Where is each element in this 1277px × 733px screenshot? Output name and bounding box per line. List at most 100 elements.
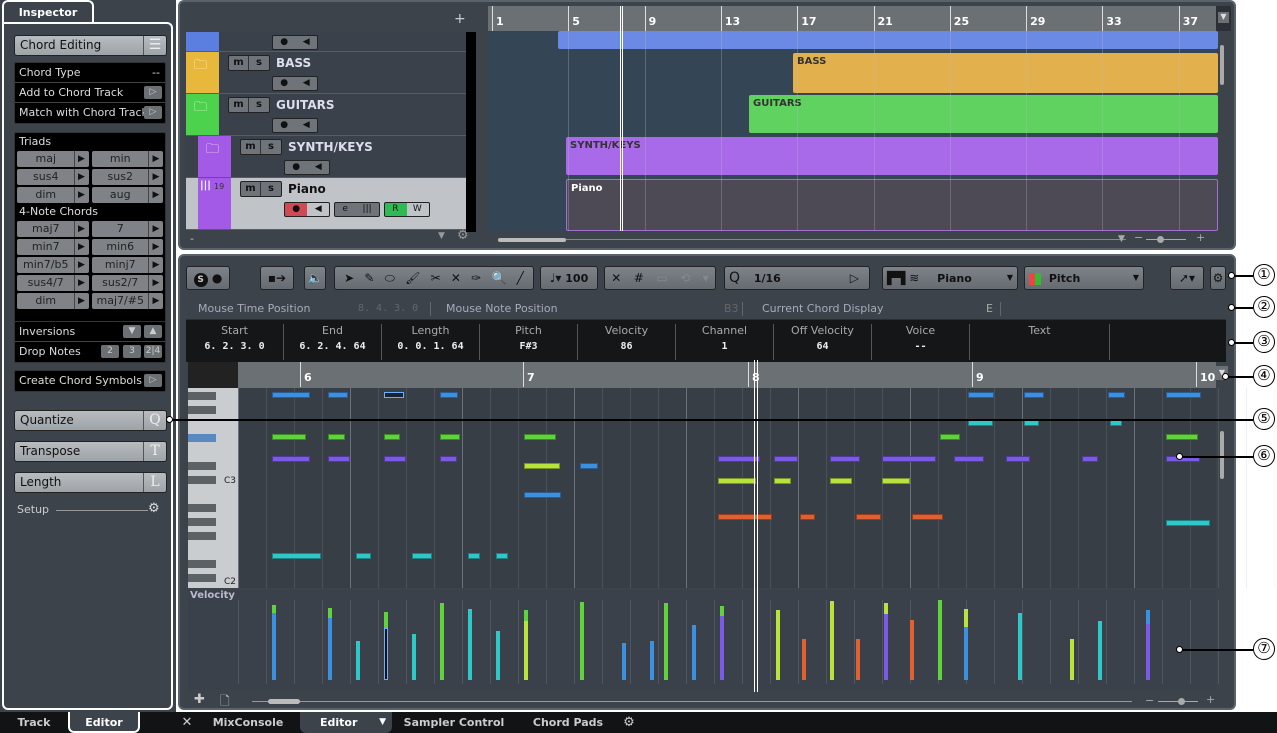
arrange-area[interactable]: BASS GUITARS SYNTH/KEYS Piano: [488, 31, 1218, 231]
chord-button-maj[interactable]: maj: [17, 151, 89, 167]
chord-editing-section-button[interactable]: Chord Editing ☰: [14, 35, 167, 56]
filter-icon[interactable]: ▾: [703, 267, 709, 289]
velocity-bar-stacked[interactable]: [1146, 609, 1150, 625]
tab-chord-pads[interactable]: Chord Pads: [516, 712, 620, 733]
piano-keyboard[interactable]: C3 C2: [188, 388, 238, 588]
vertical-scrollbar[interactable]: [1220, 431, 1224, 479]
drop-notes-2[interactable]: 2: [101, 345, 119, 358]
track-row[interactable]: ||| 19 m s Piano ● ◀ e ||| R W: [186, 178, 476, 230]
midi-note[interactable]: [1166, 520, 1210, 526]
record-enable-icon[interactable]: ●: [292, 161, 300, 174]
drop-notes-2-4[interactable]: 2|4: [144, 345, 162, 358]
info-cell-value[interactable]: 86: [578, 341, 675, 352]
midi-note[interactable]: [524, 434, 556, 440]
black-key[interactable]: [188, 392, 216, 400]
editor-ruler[interactable]: 6 7 8 9 10: [238, 362, 1216, 388]
midi-note[interactable]: [272, 456, 310, 462]
midi-note[interactable]: [954, 456, 984, 462]
zoom-slider-handle[interactable]: [1157, 236, 1164, 243]
velocity-lane[interactable]: Velocity: [188, 590, 1219, 690]
info-cell-start[interactable]: Start 6. 2. 3. 0: [186, 324, 284, 360]
black-key[interactable]: [188, 560, 216, 568]
info-cell-pitch[interactable]: Pitch F#3: [480, 324, 578, 360]
object-selection-tool-icon[interactable]: ➤: [344, 267, 354, 289]
toolbar-settings-button[interactable]: ⚙: [1210, 266, 1226, 290]
add-track-icon[interactable]: +: [454, 11, 466, 27]
velocity-bar[interactable]: [524, 620, 528, 680]
info-cell-value[interactable]: 1: [676, 341, 773, 352]
velocity-bar[interactable]: [856, 639, 860, 680]
mute-button[interactable]: m: [229, 98, 249, 112]
editor-cursor[interactable]: [754, 360, 758, 692]
midi-note[interactable]: [968, 392, 994, 398]
track-select[interactable]: ▛▜ ≋ Piano ▼: [882, 266, 1018, 290]
open-editor-button[interactable]: ➚▾: [1170, 266, 1204, 290]
info-cell-channel[interactable]: Channel 1: [676, 324, 774, 360]
midi-note[interactable]: [496, 553, 508, 559]
info-cell-value[interactable]: F#3: [480, 341, 577, 352]
event-part[interactable]: [558, 31, 1218, 49]
midi-note[interactable]: [384, 392, 404, 398]
color-tool-icon[interactable]: ✑: [471, 267, 481, 289]
midi-note[interactable]: [882, 478, 910, 484]
apply-quantize-icon[interactable]: ▷: [850, 267, 859, 289]
info-cell-voice[interactable]: Voice --: [872, 324, 970, 360]
chord-button-dim[interactable]: dim: [17, 187, 89, 203]
solo-button[interactable]: s: [249, 56, 269, 70]
midi-note[interactable]: [328, 456, 350, 462]
erase-tool-icon[interactable]: ⬭: [385, 267, 395, 289]
info-cell-value[interactable]: 64: [774, 341, 871, 352]
mute-tool-icon[interactable]: ✕: [451, 267, 461, 289]
chord-button-min7[interactable]: min7: [17, 239, 89, 255]
trim-tool-icon[interactable]: 🖌: [405, 267, 420, 289]
chord-button-sus4-7[interactable]: sus4/7: [17, 275, 89, 291]
black-key[interactable]: [188, 462, 216, 470]
velocity-bar[interactable]: [664, 602, 668, 680]
event-part[interactable]: GUITARS: [749, 95, 1218, 133]
velocity-bar[interactable]: [884, 614, 888, 680]
monitor-icon[interactable]: ◀: [315, 203, 322, 216]
midi-note[interactable]: [272, 392, 310, 398]
velocity-bar-stacked[interactable]: [964, 608, 968, 627]
midi-note[interactable]: [412, 553, 432, 559]
gear-icon[interactable]: ⚙: [148, 501, 160, 516]
midi-note[interactable]: [524, 492, 561, 498]
velocity-bar[interactable]: [938, 600, 942, 680]
play-icon[interactable]: ▷: [144, 374, 162, 387]
track-row[interactable]: 🗀 m s BASS ● ◀: [186, 52, 476, 94]
velocity-bar[interactable]: [412, 634, 416, 680]
tab-mixconsole[interactable]: MixConsole: [198, 712, 298, 733]
mute-button[interactable]: m: [229, 56, 249, 70]
cycle-icon[interactable]: ⟲: [680, 267, 690, 289]
read-automation-button[interactable]: R: [392, 203, 398, 216]
zoom-in-icon[interactable]: +: [1196, 231, 1205, 244]
velocity-bar[interactable]: [468, 609, 472, 680]
tab-editor-right[interactable]: Editor ▼: [300, 712, 392, 733]
record-enable-icon[interactable]: ●: [280, 36, 288, 49]
midi-note[interactable]: [800, 514, 815, 520]
velocity-bar[interactable]: [776, 610, 780, 680]
velocity-bar-stacked[interactable]: [884, 602, 888, 615]
chord-button-sus2-7[interactable]: sus2/7: [91, 275, 163, 291]
line-tool-icon[interactable]: ╱: [517, 267, 524, 289]
solo-button[interactable]: s: [261, 182, 281, 196]
events-snap-icon[interactable]: ▭: [656, 267, 667, 289]
tab-editor-left[interactable]: Editor: [68, 712, 140, 733]
chord-button-maj7--5[interactable]: maj7/#5: [91, 293, 163, 309]
track-name[interactable]: GUITARS: [276, 98, 334, 112]
track-name[interactable]: Piano: [288, 182, 326, 196]
midi-note[interactable]: [1024, 392, 1044, 398]
track-name[interactable]: SYNTH/KEYS: [288, 140, 373, 154]
velocity-bar[interactable]: [496, 630, 500, 680]
velocity-bar[interactable]: [1070, 639, 1074, 680]
record-enable-icon[interactable]: ●: [280, 77, 288, 90]
record-enable-icon[interactable]: ●: [292, 203, 300, 216]
midi-note[interactable]: [1166, 434, 1198, 440]
info-cell-off-velocity[interactable]: Off Velocity 64: [774, 324, 872, 360]
horizontal-scrollbar[interactable]: [498, 238, 566, 242]
monitor-icon[interactable]: ◀: [303, 36, 310, 49]
black-key[interactable]: [188, 518, 216, 526]
inversion-down-icon[interactable]: ▼: [123, 325, 141, 338]
midi-note[interactable]: [272, 434, 306, 440]
solo-button[interactable]: s: [249, 98, 269, 112]
